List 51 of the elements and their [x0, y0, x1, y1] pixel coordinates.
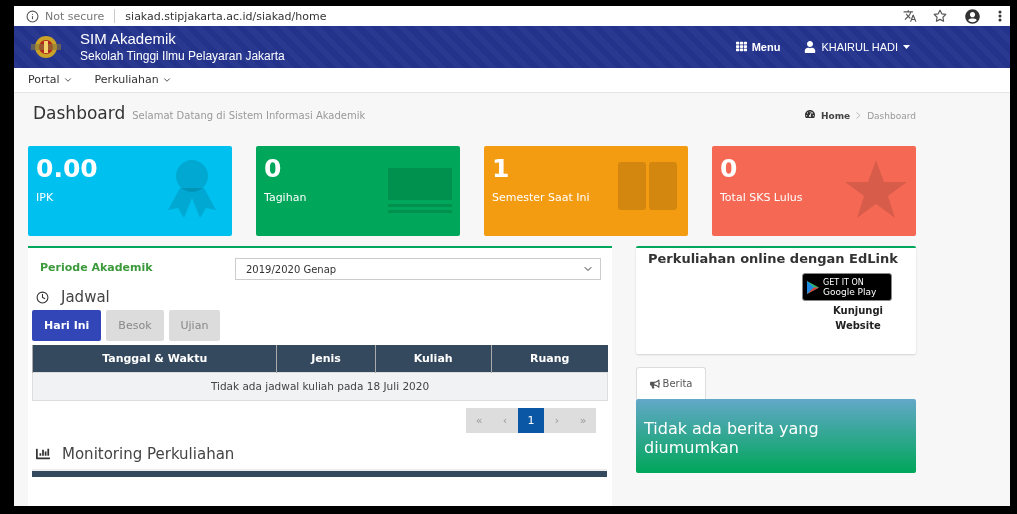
page-subtitle: Selamat Datang di Sistem Informasi Akademik [132, 110, 366, 121]
stat-value: 0 [264, 154, 283, 183]
url-text[interactable]: siakad.stipjakarta.ac.id/siakad/home [125, 9, 327, 23]
star-icon [844, 158, 908, 218]
play-icon [807, 280, 819, 294]
stat-label: Total SKS Lulus [720, 191, 803, 204]
news-tab[interactable]: Berita [636, 367, 706, 399]
breadcrumb-link[interactable]: Home [820, 111, 851, 121]
info-icon[interactable] [26, 9, 39, 23]
bookmark-star-icon[interactable] [933, 9, 947, 24]
stat-label: Tagihan [264, 191, 307, 204]
schedule-tab[interactable]: Hari Ini [32, 310, 102, 341]
menu-button[interactable]: Menu [735, 41, 781, 53]
nav-menu-item[interactable]: Portal [28, 73, 73, 87]
google-play-badge[interactable]: GET IT ON Google Play [802, 273, 892, 301]
page-link[interactable]: 1 [518, 407, 544, 433]
column-header: Ruang [491, 345, 608, 372]
more-icon[interactable] [998, 10, 1002, 23]
stat-value: 0 [720, 154, 739, 183]
institution-name: Sekolah Tinggi Ilmu Pelayaran Jakarta [80, 49, 285, 64]
profile-icon[interactable] [965, 8, 980, 24]
chevron-right-icon [856, 112, 862, 119]
dashboard-icon [804, 109, 815, 119]
app-title: SIM Akademik [80, 30, 177, 48]
card-title: Perkuliahan online dengan EdLink [648, 251, 899, 266]
page-location-text: Dashboard [867, 111, 916, 121]
page-title: Dashboard [33, 103, 126, 123]
megaphone-icon [649, 378, 660, 389]
section-title: Jadwal [61, 288, 110, 306]
website-link[interactable]: Kunjungi Website [823, 303, 893, 333]
user-menu[interactable]: KHAIRUL HADI [804, 41, 910, 53]
stat-value: 0.00 [36, 154, 98, 183]
period-select[interactable]: 2019/2020 Genap [235, 258, 601, 280]
bar-chart-icon [36, 446, 50, 461]
user-icon [804, 41, 817, 53]
empty-message: Tidak ada jadwal kuliah pada 18 Juli 2020 [32, 372, 608, 400]
caret-icon [903, 45, 910, 49]
column-header: Tanggal & Waktu [32, 345, 277, 372]
stat-value: 1 [492, 154, 511, 183]
news-message: Tidak ada berita yang diumumkan [636, 399, 916, 473]
column-header: Jenis [276, 345, 376, 372]
stat-label: Semester Saat Ini [492, 191, 590, 204]
grid-icon [735, 41, 747, 53]
stat-label: IPK [36, 191, 55, 204]
section-title: Monitoring Perkuliahan [62, 444, 235, 463]
translate-icon[interactable] [903, 9, 917, 24]
nav-menu-item[interactable]: Perkuliahan [94, 73, 172, 87]
period-label: Periode Akademik [40, 261, 153, 276]
clock-icon [36, 290, 49, 304]
column-header: Kuliah [375, 345, 492, 372]
security-label: Not secure [45, 9, 105, 23]
